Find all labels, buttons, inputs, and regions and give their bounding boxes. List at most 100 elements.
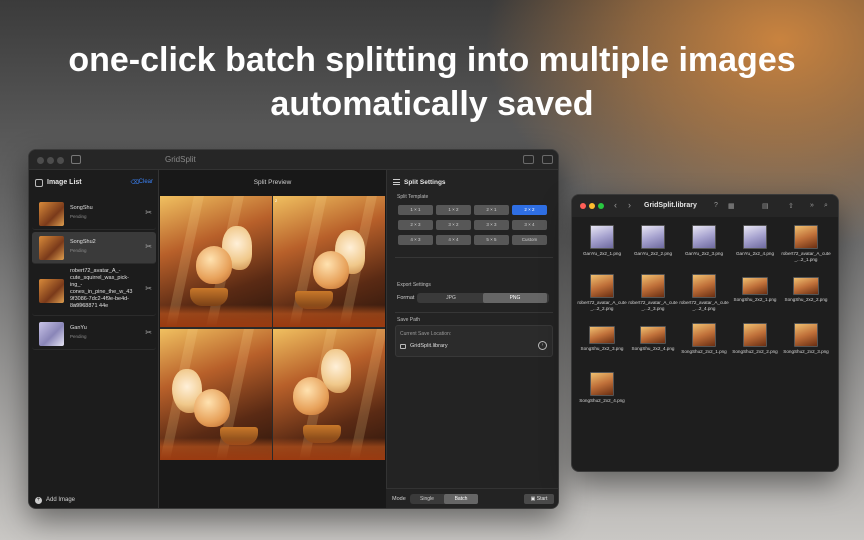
file-item[interactable]: GanYu_2x2_2.png bbox=[627, 225, 679, 257]
template-button-5x5[interactable]: 5 × 5 bbox=[474, 235, 509, 245]
split-preview-panel: Split Preview 2 bbox=[159, 170, 386, 508]
forward-icon[interactable]: › bbox=[628, 200, 631, 210]
file-item[interactable]: robert72_avatar_A_cute_...2_2.png bbox=[576, 274, 628, 312]
headline: one-click batch splitting into multiple … bbox=[0, 38, 864, 126]
item-status: Pending bbox=[70, 334, 87, 339]
file-item[interactable]: GanYu_2x2_1.png bbox=[576, 225, 628, 257]
arrow-right-circle-icon[interactable]: › bbox=[538, 341, 547, 350]
grid-view-icon[interactable]: ▦ bbox=[728, 202, 735, 210]
image-list-header: Image List ⌫ Clear bbox=[35, 178, 153, 190]
file-item[interactable]: SongShu_2x2_1.png bbox=[729, 274, 781, 303]
image-thumbnail bbox=[39, 279, 64, 303]
plus-circle-icon: + bbox=[35, 497, 42, 504]
file-item[interactable]: SongShu_2x2_4.png bbox=[627, 323, 679, 352]
gridsplit-window: GridSplit Image List ⌫ Clear SongShu Pen… bbox=[28, 149, 559, 509]
finder-toolbar: ‹ › GridSplit.library ? ▦ ▤ ⇧ » ⌕ bbox=[572, 195, 838, 217]
file-item[interactable]: robert72_avatar_A_cute_...2_4.png bbox=[678, 274, 730, 312]
share-icon[interactable]: ⇧ bbox=[788, 202, 794, 210]
template-button-4x4[interactable]: 4 × 4 bbox=[436, 235, 471, 245]
split-settings-header: Split Settings bbox=[393, 179, 446, 186]
headline-line-2: automatically saved bbox=[270, 85, 594, 123]
file-name: GanYu_2x2_1.png bbox=[582, 251, 622, 256]
split-settings-title: Split Settings bbox=[404, 179, 446, 186]
scissors-icon[interactable]: ✂ bbox=[145, 284, 152, 293]
search-icon[interactable]: ⌕ bbox=[824, 202, 828, 210]
template-button-1x1[interactable]: 1 × 1 bbox=[398, 205, 433, 215]
title-bar: GridSplit bbox=[29, 150, 558, 170]
file-name: GanYu_2x2_2.png bbox=[633, 251, 673, 256]
mode-option-batch[interactable]: Batch bbox=[444, 494, 478, 504]
finder-minimize-button[interactable] bbox=[589, 203, 595, 209]
file-item[interactable]: SongShu2_2x2_3.png bbox=[780, 323, 832, 355]
finder-title: GridSplit.library bbox=[644, 202, 697, 209]
file-item[interactable]: robert72_avatar_A_cute_...2_3.png bbox=[627, 274, 679, 312]
file-item[interactable]: GanYu_2x2_4.png bbox=[729, 225, 781, 257]
window-close-button[interactable] bbox=[37, 157, 44, 164]
image-thumbnail bbox=[39, 322, 64, 346]
file-thumbnail bbox=[590, 274, 614, 298]
file-name: SongShu2_2x2_2.png bbox=[732, 349, 778, 354]
sidebar-toggle-icon[interactable] bbox=[71, 155, 81, 164]
template-button-1x2[interactable]: 1 × 2 bbox=[436, 205, 471, 215]
file-item[interactable]: SongShu2_2x2_2.png bbox=[729, 323, 781, 355]
scissors-icon[interactable]: ✂ bbox=[145, 208, 152, 217]
mode-option-single[interactable]: Single bbox=[410, 494, 444, 504]
finder-zoom-button[interactable] bbox=[598, 203, 604, 209]
more-icon[interactable]: » bbox=[810, 202, 814, 209]
start-button[interactable]: ▣ Start bbox=[524, 494, 554, 504]
finder-close-button[interactable] bbox=[580, 203, 586, 209]
file-thumbnail bbox=[692, 225, 716, 249]
window-title: GridSplit bbox=[165, 155, 196, 164]
back-icon[interactable]: ‹ bbox=[614, 200, 617, 210]
add-image-label: Add Image bbox=[46, 497, 76, 503]
file-item[interactable]: robert72_avatar_A_cute_...2_1.png bbox=[780, 225, 832, 263]
template-button-3x4[interactable]: 3 × 4 bbox=[512, 220, 547, 230]
file-item[interactable]: SongShu_2x2_3.png bbox=[576, 323, 628, 352]
export-settings-label: Export Settings bbox=[397, 282, 431, 288]
help-icon[interactable]: ? bbox=[714, 202, 718, 209]
file-thumbnail bbox=[640, 326, 666, 344]
template-button-3x2[interactable]: 3 × 2 bbox=[436, 220, 471, 230]
clear-button[interactable]: Clear bbox=[139, 179, 153, 185]
template-button-3x3[interactable]: 3 × 3 bbox=[474, 220, 509, 230]
photo-stack-icon bbox=[35, 179, 43, 187]
file-name: SongShu_2x2_3.png bbox=[580, 346, 624, 351]
file-thumbnail bbox=[743, 323, 767, 347]
template-button-2x3[interactable]: 2 × 3 bbox=[398, 220, 433, 230]
window-zoom-button[interactable] bbox=[57, 157, 64, 164]
file-item[interactable]: SongShu_2x2_2.png bbox=[780, 274, 832, 303]
list-item[interactable]: robert72_avatar_A_-cute_squirrel_was_pic… bbox=[32, 266, 156, 316]
image-list-title: Image List bbox=[47, 179, 82, 186]
add-image-button[interactable]: + Add Image bbox=[35, 497, 75, 504]
preview-grid: 2 bbox=[160, 196, 385, 460]
file-item[interactable]: GanYu_2x2_3.png bbox=[678, 225, 730, 257]
window-minimize-button[interactable] bbox=[47, 157, 54, 164]
image-thumbnail bbox=[39, 202, 64, 226]
template-button-custom[interactable]: Custom bbox=[512, 235, 547, 245]
mail-icon[interactable] bbox=[542, 155, 553, 164]
format-option-jpg[interactable]: JPG bbox=[419, 293, 483, 303]
list-item[interactable]: SongShu Pending ✂ bbox=[32, 198, 156, 230]
template-button-2x1[interactable]: 2 × 1 bbox=[474, 205, 509, 215]
split-preview-title: Split Preview bbox=[253, 179, 292, 186]
gallery-icon[interactable] bbox=[523, 155, 534, 164]
list-item[interactable]: GanYu Pending ✂ bbox=[32, 318, 156, 350]
file-name: robert72_avatar_A_cute_...2_1.png bbox=[781, 251, 831, 262]
group-icon[interactable]: ▤ bbox=[762, 202, 769, 210]
current-location-path: GridSplit.library bbox=[410, 343, 448, 349]
scissors-icon[interactable]: ✂ bbox=[145, 242, 152, 251]
scissors-icon[interactable]: ✂ bbox=[145, 328, 152, 337]
file-item[interactable]: SongShu2_2x2_4.png bbox=[576, 372, 628, 404]
save-location-box: Current Save Location: GridSplit.library… bbox=[395, 325, 553, 357]
format-option-png[interactable]: PNG bbox=[483, 293, 547, 303]
settings-list-icon bbox=[393, 179, 400, 185]
folder-icon bbox=[400, 344, 406, 349]
list-item[interactable]: SongShu2 Pending ✂ bbox=[32, 232, 156, 264]
template-button-2x2[interactable]: 2 × 2 bbox=[512, 205, 547, 215]
item-name: GanYu bbox=[70, 325, 87, 331]
file-name: SongShu2_2x2_3.png bbox=[783, 349, 829, 354]
file-item[interactable]: SongShu2_2x2_1.png bbox=[678, 323, 730, 355]
template-button-4x3[interactable]: 4 × 3 bbox=[398, 235, 433, 245]
preview-cell bbox=[160, 329, 272, 460]
file-thumbnail bbox=[590, 225, 614, 249]
